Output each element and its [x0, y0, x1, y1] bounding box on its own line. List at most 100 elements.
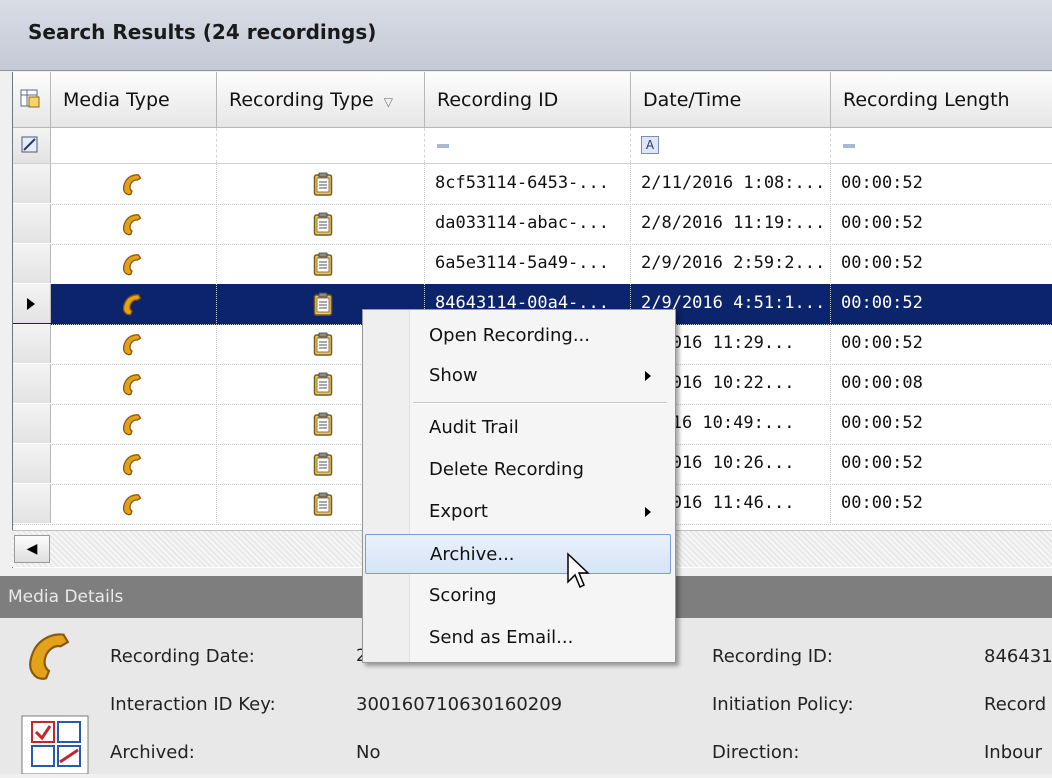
phone-icon [122, 414, 142, 436]
filter-datetime[interactable]: A [631, 128, 831, 163]
current-row-icon [27, 298, 35, 310]
menu-item-delete-recording[interactable]: Delete Recording [365, 450, 671, 490]
row-selector[interactable] [13, 364, 51, 403]
column-chooser-icon [20, 89, 40, 108]
menu-item-archive[interactable]: Archive... [365, 534, 671, 574]
filter-operator-icon[interactable] [437, 144, 449, 148]
clipboard-icon [313, 492, 333, 516]
column-header-recording-id[interactable]: Recording ID [425, 72, 631, 128]
cell-length[interactable]: 00:00:52 [831, 284, 1052, 323]
filter-recording-id[interactable] [425, 128, 631, 163]
table-row[interactable]: 8cf53114-6453-... 2/11/2016 1:08:... 00:00… [13, 164, 1052, 205]
menu-item-label: Open Recording... [429, 325, 590, 346]
cell-media-type[interactable] [51, 284, 217, 323]
table-row[interactable]: 6a5e3114-5a49-... 2/9/2016 2:59:2... 00:00… [13, 244, 1052, 285]
initiation-policy-value: Record [984, 694, 1047, 715]
menu-item-export[interactable]: Export [365, 492, 671, 532]
phone-icon [122, 294, 142, 316]
table-row[interactable]: da033114-abac-... 2/8/2016 11:19:... 00:00… [13, 204, 1052, 245]
filter-operator-icon[interactable]: A [641, 136, 659, 154]
cell-recording-id[interactable]: 6a5e3114-5a49-... [425, 244, 631, 283]
filter-operator-icon[interactable] [843, 144, 855, 148]
phone-icon [122, 374, 142, 396]
cell-length[interactable]: 00:00:52 [831, 164, 1052, 203]
cell-media-type[interactable] [51, 444, 217, 483]
recording-id-label: Recording ID: [712, 646, 833, 667]
filter-recording-type[interactable] [217, 128, 425, 163]
menu-item-scoring[interactable]: Scoring [365, 576, 671, 616]
column-header-label: Recording Length [843, 89, 1010, 111]
cell-media-type[interactable] [51, 364, 217, 403]
clipboard-icon [313, 332, 333, 356]
phone-icon [122, 214, 142, 236]
row-selector[interactable] [13, 164, 51, 203]
media-type-icon-group [20, 714, 90, 775]
recording-date-label: Recording Date: [110, 646, 255, 667]
menu-item-show[interactable]: Show [365, 356, 671, 396]
column-header-datetime[interactable]: Date/Time [631, 72, 831, 128]
column-header-media-type[interactable]: Media Type [51, 72, 217, 128]
clipboard-icon [313, 252, 333, 276]
row-selector[interactable] [13, 244, 51, 283]
clipboard-icon [313, 372, 333, 396]
context-menu: Open Recording... Show Audit Trail Delet… [362, 309, 676, 663]
cell-length[interactable]: 00:00:52 [831, 484, 1052, 523]
column-header-recording-type[interactable]: Recording Type ▽ [217, 72, 425, 128]
initiation-policy-label: Initiation Policy: [712, 694, 854, 715]
mouse-cursor-icon [567, 552, 590, 589]
row-selector[interactable] [13, 444, 51, 483]
cell-length[interactable]: 00:00:52 [831, 444, 1052, 483]
menu-item-open-recording[interactable]: Open Recording... [365, 316, 671, 356]
cell-datetime[interactable]: 2/8/2016 11:19:... [631, 204, 831, 243]
clipboard-icon [313, 292, 333, 316]
cell-length[interactable]: 00:00:52 [831, 204, 1052, 243]
row-selector[interactable] [13, 324, 51, 363]
interaction-id-label: Interaction ID Key: [110, 694, 276, 715]
clipboard-icon [313, 412, 333, 436]
cell-media-type[interactable] [51, 244, 217, 283]
menu-item-audit-trail[interactable]: Audit Trail [365, 408, 671, 448]
cell-media-type[interactable] [51, 484, 217, 523]
cell-recording-type[interactable] [217, 204, 425, 243]
row-selector[interactable] [13, 204, 51, 243]
cell-recording-id[interactable]: 8cf53114-6453-... [425, 164, 631, 203]
row-selector[interactable] [13, 404, 51, 443]
cell-length[interactable]: 00:00:08 [831, 364, 1052, 403]
menu-item-label: Delete Recording [429, 459, 584, 480]
search-results-title: Search Results (24 recordings) [28, 20, 377, 44]
cell-recording-id[interactable]: da033114-abac-... [425, 204, 631, 243]
cell-media-type[interactable] [51, 324, 217, 363]
cell-media-type[interactable] [51, 204, 217, 243]
clipboard-icon [313, 212, 333, 236]
menu-item-send-as-email[interactable]: Send as Email... [365, 618, 671, 658]
cell-length[interactable]: 00:00:52 [831, 324, 1052, 363]
cell-media-type[interactable] [51, 164, 217, 203]
submenu-arrow-icon [645, 507, 651, 517]
archived-value: No [356, 742, 381, 763]
filter-clear-button[interactable] [13, 128, 51, 163]
clipboard-icon [313, 172, 333, 196]
phone-icon [29, 633, 70, 680]
menu-item-label: Send as Email... [429, 627, 574, 648]
column-header-recording-length[interactable]: Recording Length [831, 72, 1052, 128]
row-selector[interactable] [13, 484, 51, 523]
cell-length[interactable]: 00:00:52 [831, 404, 1052, 443]
column-header-label: Media Type [63, 89, 170, 111]
menu-separator [413, 402, 667, 404]
row-selector[interactable] [13, 284, 51, 323]
phone-icon [122, 334, 142, 356]
filter-length[interactable] [831, 128, 1052, 163]
cell-media-type[interactable] [51, 404, 217, 443]
direction-value: Inbour [984, 742, 1042, 763]
column-header-label: Recording ID [437, 89, 559, 111]
cell-datetime[interactable]: 2/11/2016 1:08:... [631, 164, 831, 203]
direction-label: Direction: [712, 742, 800, 763]
cell-datetime[interactable]: 2/9/2016 2:59:2... [631, 244, 831, 283]
cell-recording-type[interactable] [217, 244, 425, 283]
filter-icon[interactable]: ▽ [384, 95, 393, 109]
column-chooser-button[interactable] [13, 72, 51, 128]
filter-media-type[interactable] [51, 128, 217, 163]
cell-length[interactable]: 00:00:52 [831, 244, 1052, 283]
cell-recording-type[interactable] [217, 164, 425, 203]
scroll-left-button[interactable]: ◀ [14, 535, 50, 563]
